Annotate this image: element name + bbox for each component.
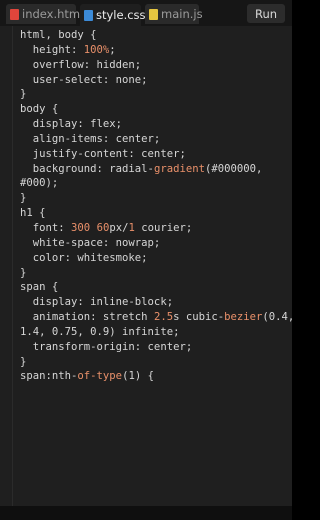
code-token: 300 bbox=[71, 221, 91, 234]
code-token: background: radial- bbox=[20, 162, 154, 175]
code-token: transform-origin: center; bbox=[20, 340, 193, 353]
code-line: justify-content: center; bbox=[20, 147, 288, 162]
code-token: 1.4, 0.75, 0.9) infinite; bbox=[20, 325, 180, 338]
file-tab-bar: index.html style.css main.js Run bbox=[0, 0, 292, 26]
code-token: courier; bbox=[134, 221, 193, 234]
code-token: (#000000, bbox=[204, 162, 263, 175]
code-line: overflow: hidden; bbox=[20, 58, 288, 73]
code-line: background: radial-gradient(#000000, bbox=[20, 162, 288, 177]
tab-main-js[interactable]: main.js bbox=[145, 4, 203, 24]
code-token: 60 bbox=[96, 221, 110, 234]
bottom-strip bbox=[0, 506, 292, 520]
code-line: span:nth-of-type(1) { bbox=[20, 369, 288, 384]
code-token: 2.5 bbox=[153, 311, 174, 324]
code-line: h1 { bbox=[20, 206, 288, 221]
tab-label: main.js bbox=[161, 7, 203, 21]
code-line: transform-origin: center; bbox=[20, 340, 288, 355]
code-token: display: flex; bbox=[20, 118, 123, 131]
js-file-icon bbox=[149, 8, 158, 20]
code-line: body { bbox=[20, 102, 288, 117]
code-content[interactable]: html, body { height: 100%; overflow: hid… bbox=[20, 28, 295, 384]
tab-index-html[interactable]: index.html bbox=[6, 4, 83, 24]
code-line: #000); bbox=[20, 176, 288, 191]
code-token: } bbox=[20, 88, 27, 101]
code-line: span { bbox=[20, 280, 288, 295]
code-line: 1.4, 0.75, 0.9) infinite; bbox=[20, 325, 288, 340]
code-line: height: 100%; bbox=[20, 43, 288, 58]
code-line: html, body { bbox=[20, 28, 288, 43]
code-token: (0.4, bbox=[262, 311, 295, 324]
code-token: gradient bbox=[153, 162, 205, 175]
code-token: h1 { bbox=[20, 207, 46, 220]
code-token: justify-content: center; bbox=[20, 147, 186, 160]
code-line: align-items: center; bbox=[20, 132, 288, 147]
tab-label: index.html bbox=[22, 7, 84, 21]
gutter-divider bbox=[12, 26, 13, 506]
code-token: span { bbox=[20, 281, 59, 294]
code-token: align-items: center; bbox=[20, 132, 161, 145]
code-token: body { bbox=[20, 103, 59, 116]
code-token: font: bbox=[20, 221, 72, 234]
code-token: px/ bbox=[109, 221, 129, 234]
code-line: white-space: nowrap; bbox=[20, 236, 288, 251]
code-token: color: whitesmoke; bbox=[20, 251, 148, 264]
code-line: } bbox=[20, 266, 288, 281]
tab-style-css[interactable]: style.css bbox=[80, 4, 146, 26]
code-token: 100% bbox=[83, 43, 110, 56]
css-file-icon bbox=[84, 9, 93, 21]
code-token: } bbox=[20, 192, 27, 205]
code-token: of-type bbox=[77, 370, 123, 383]
code-token: display: inline-block; bbox=[20, 296, 174, 309]
code-token: } bbox=[20, 355, 27, 368]
code-token: white-space: nowrap; bbox=[20, 236, 161, 249]
code-token: span:nth- bbox=[20, 370, 78, 383]
run-button[interactable]: Run bbox=[247, 4, 285, 23]
code-token: overflow: hidden; bbox=[20, 58, 142, 71]
html-file-icon bbox=[10, 8, 19, 20]
code-line: display: inline-block; bbox=[20, 295, 288, 310]
code-token: ; bbox=[109, 43, 116, 56]
code-line: } bbox=[20, 191, 288, 206]
code-line: animation: stretch 2.5s cubic-bezier(0.4… bbox=[20, 310, 295, 325]
code-token: #000); bbox=[20, 177, 59, 190]
code-line: display: flex; bbox=[20, 117, 288, 132]
code-token: s cubic- bbox=[173, 311, 225, 324]
code-token: height: bbox=[20, 43, 84, 56]
tab-label: style.css bbox=[96, 8, 146, 22]
code-token: animation: stretch bbox=[20, 311, 154, 324]
code-token: user-select: none; bbox=[20, 73, 148, 86]
code-token: bezier bbox=[224, 311, 263, 324]
code-line: user-select: none; bbox=[20, 73, 288, 88]
code-token: } bbox=[20, 266, 27, 279]
code-token: (1) { bbox=[122, 370, 154, 383]
code-line: color: whitesmoke; bbox=[20, 251, 288, 266]
code-token: html, body { bbox=[20, 29, 97, 41]
code-line: } bbox=[20, 355, 288, 370]
code-line: font: 300 60px/1 courier; bbox=[20, 221, 288, 236]
code-line: } bbox=[20, 87, 288, 102]
code-editor-window: index.html style.css main.js Run html, b… bbox=[0, 0, 295, 520]
